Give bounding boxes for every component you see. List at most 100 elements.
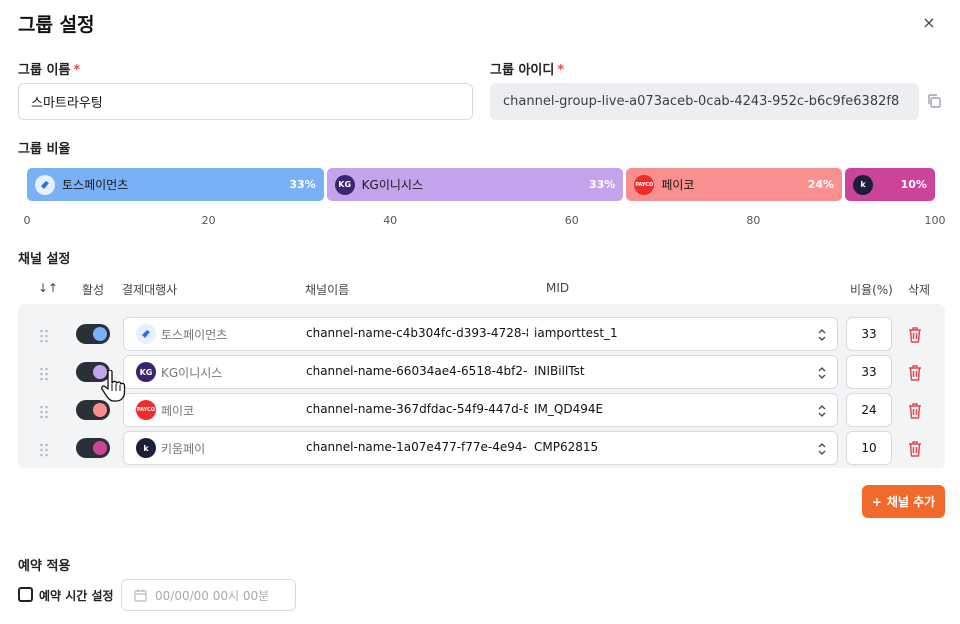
ratio-segment: PAYCO 페이코 24% xyxy=(626,168,843,201)
delete-header: 삭제 xyxy=(908,283,931,297)
pg-logo-icon: KG xyxy=(334,174,355,195)
active-toggle[interactable] xyxy=(76,438,110,458)
ratio-segment: 토스페이먼츠 33% xyxy=(27,168,324,201)
channel-name: channel-name-1a07e477-f77e-4e94-ba... xyxy=(306,440,528,454)
ratio-segment: KG KG이니시스 33% xyxy=(326,168,624,201)
reservation-label: 예약 적용 xyxy=(18,559,71,574)
chevron-updown-icon xyxy=(817,441,827,455)
add-channel-label: 채널 추가 xyxy=(886,495,936,509)
drag-handle-icon[interactable] xyxy=(39,442,49,457)
table-row: k 키움페이 channel-name-1a07e477-f77e-4e94-ba.… xyxy=(18,431,945,465)
mid-value: iamporttest_1 xyxy=(534,326,618,340)
active-toggle[interactable] xyxy=(76,362,110,382)
drag-handle-icon[interactable] xyxy=(39,328,49,343)
channel-name-header: 채널이름 xyxy=(305,283,350,297)
ratio-input[interactable]: 33 xyxy=(846,355,892,389)
ratio-tick-label: 60 xyxy=(564,214,579,227)
copy-icon[interactable] xyxy=(926,93,942,109)
group-id-input: channel-group-live-a073aceb-0cab-4243-95… xyxy=(490,83,919,120)
active-toggle[interactable] xyxy=(76,324,110,344)
active-toggle[interactable] xyxy=(76,400,110,420)
channel-settings-label: 채널 설정 xyxy=(18,252,71,267)
pg-name: KG이니시스 xyxy=(161,366,223,380)
pg-logo-icon: PAYCO xyxy=(634,174,655,195)
table-row: KG KG이니시스 channel-name-66034ae4-6518-4bf2-… xyxy=(18,355,945,389)
reservation-checkbox[interactable] xyxy=(18,587,33,602)
ratio-tick-label: 20 xyxy=(201,214,216,227)
group-id-label-text: 그룹 아이디 xyxy=(490,63,555,78)
pg-header: 결제대행사 xyxy=(122,283,178,297)
ratio-header: 비율(%) xyxy=(850,283,893,297)
ratio-input[interactable]: 33 xyxy=(846,317,892,351)
pg-logo-icon xyxy=(136,324,156,344)
mid-value: CMP62815 xyxy=(534,440,599,454)
ratio-tick-label: 0 xyxy=(23,214,31,227)
trash-icon[interactable] xyxy=(907,326,923,344)
chevron-updown-icon xyxy=(817,327,827,341)
group-name-label: 그룹 이름 * xyxy=(18,59,80,78)
pg-logo-icon: KG xyxy=(136,362,156,382)
required-mark: * xyxy=(73,63,81,78)
channel-name: channel-name-66034ae4-6518-4bf2-b... xyxy=(306,364,528,378)
ratio-tick-label: 100 xyxy=(924,214,946,227)
trash-icon[interactable] xyxy=(907,364,923,382)
ratio-segment-percent: 33% xyxy=(289,178,316,191)
add-channel-button[interactable]: + 채널 추가 xyxy=(862,485,945,518)
channel-select[interactable]: k 키움페이 channel-name-1a07e477-f77e-4e94-ba.… xyxy=(123,431,838,465)
pg-logo-icon: PAYCO xyxy=(136,400,156,420)
datetime-placeholder: 00/00/00 00시 00분 xyxy=(155,588,270,603)
active-header: 활성 xyxy=(82,283,105,297)
trash-icon[interactable] xyxy=(907,402,923,420)
toggle-knob xyxy=(93,403,107,417)
chevron-updown-icon xyxy=(817,403,827,417)
channel-select[interactable]: 토스페이먼츠 channel-name-c4b304fc-d393-4728-8.… xyxy=(123,317,838,351)
ratio-segment: k 10% xyxy=(845,168,935,201)
dialog-title: 그룹 설정 xyxy=(18,14,95,36)
channel-table-body: 토스페이먼츠 channel-name-c4b304fc-d393-4728-8.… xyxy=(18,304,945,468)
drag-handle-icon[interactable] xyxy=(39,404,49,419)
ratio-input[interactable]: 10 xyxy=(846,431,892,465)
pg-logo-icon: k xyxy=(136,438,156,458)
ratio-segment-name: KG이니시스 xyxy=(361,178,423,192)
ratio-bar: 토스페이먼츠 33% KG KG이니시스 33% PAYCO 페이코 24% k 10% xyxy=(27,168,935,201)
toggle-knob xyxy=(93,365,107,379)
channel-select[interactable]: PAYCO 페이코 channel-name-367dfdac-54f9-447d-… xyxy=(123,393,838,427)
table-row: 토스페이먼츠 channel-name-c4b304fc-d393-4728-8.… xyxy=(18,317,945,351)
table-row: PAYCO 페이코 channel-name-367dfdac-54f9-447d-… xyxy=(18,393,945,427)
ratio-segment-name: 페이코 xyxy=(661,178,695,192)
ratio-tick-label: 40 xyxy=(383,214,398,227)
pg-name: 토스페이먼츠 xyxy=(161,328,228,342)
reservation-datetime-input[interactable]: 00/00/00 00시 00분 xyxy=(121,579,296,611)
toggle-knob xyxy=(93,327,107,341)
pg-logo-icon: k xyxy=(853,174,874,195)
group-ratio-label: 그룹 비율 xyxy=(18,142,71,157)
pg-name: 페이코 xyxy=(161,404,195,418)
sort-header-icon[interactable]: ↓↑ xyxy=(38,281,58,295)
mid-header: MID xyxy=(546,281,570,295)
ratio-input[interactable]: 24 xyxy=(846,393,892,427)
group-id-value: channel-group-live-a073aceb-0cab-4243-95… xyxy=(503,94,900,109)
required-mark: * xyxy=(557,63,565,78)
group-name-value: 스마트라우팅 xyxy=(31,96,103,111)
pg-logo-icon xyxy=(35,174,55,195)
channel-select[interactable]: KG KG이니시스 channel-name-66034ae4-6518-4bf2-… xyxy=(123,355,838,389)
group-id-label: 그룹 아이디 * xyxy=(490,59,564,78)
trash-icon[interactable] xyxy=(907,440,923,458)
mid-value: INIBillTst xyxy=(534,364,585,378)
group-name-label-text: 그룹 이름 xyxy=(18,63,71,78)
pg-name: 키움페이 xyxy=(161,442,206,456)
group-name-input[interactable]: 스마트라우팅 xyxy=(18,83,473,120)
chevron-updown-icon xyxy=(817,365,827,379)
ratio-tick-label: 80 xyxy=(746,214,761,227)
ratio-segment-name: 토스페이먼츠 xyxy=(62,178,129,192)
channel-name: channel-name-c4b304fc-d393-4728-8... xyxy=(306,326,528,340)
toggle-knob xyxy=(93,441,107,455)
reservation-checkbox-label[interactable]: 예약 시간 설정 xyxy=(39,587,114,604)
ratio-segment-percent: 24% xyxy=(807,178,835,191)
channel-name: channel-name-367dfdac-54f9-447d-8f... xyxy=(306,402,528,416)
mid-value: IM_QD494E xyxy=(534,402,604,416)
plus-icon: + xyxy=(871,494,882,509)
drag-handle-icon[interactable] xyxy=(39,366,49,381)
close-icon[interactable]: × xyxy=(918,12,940,34)
ratio-segment-percent: 33% xyxy=(588,178,616,191)
